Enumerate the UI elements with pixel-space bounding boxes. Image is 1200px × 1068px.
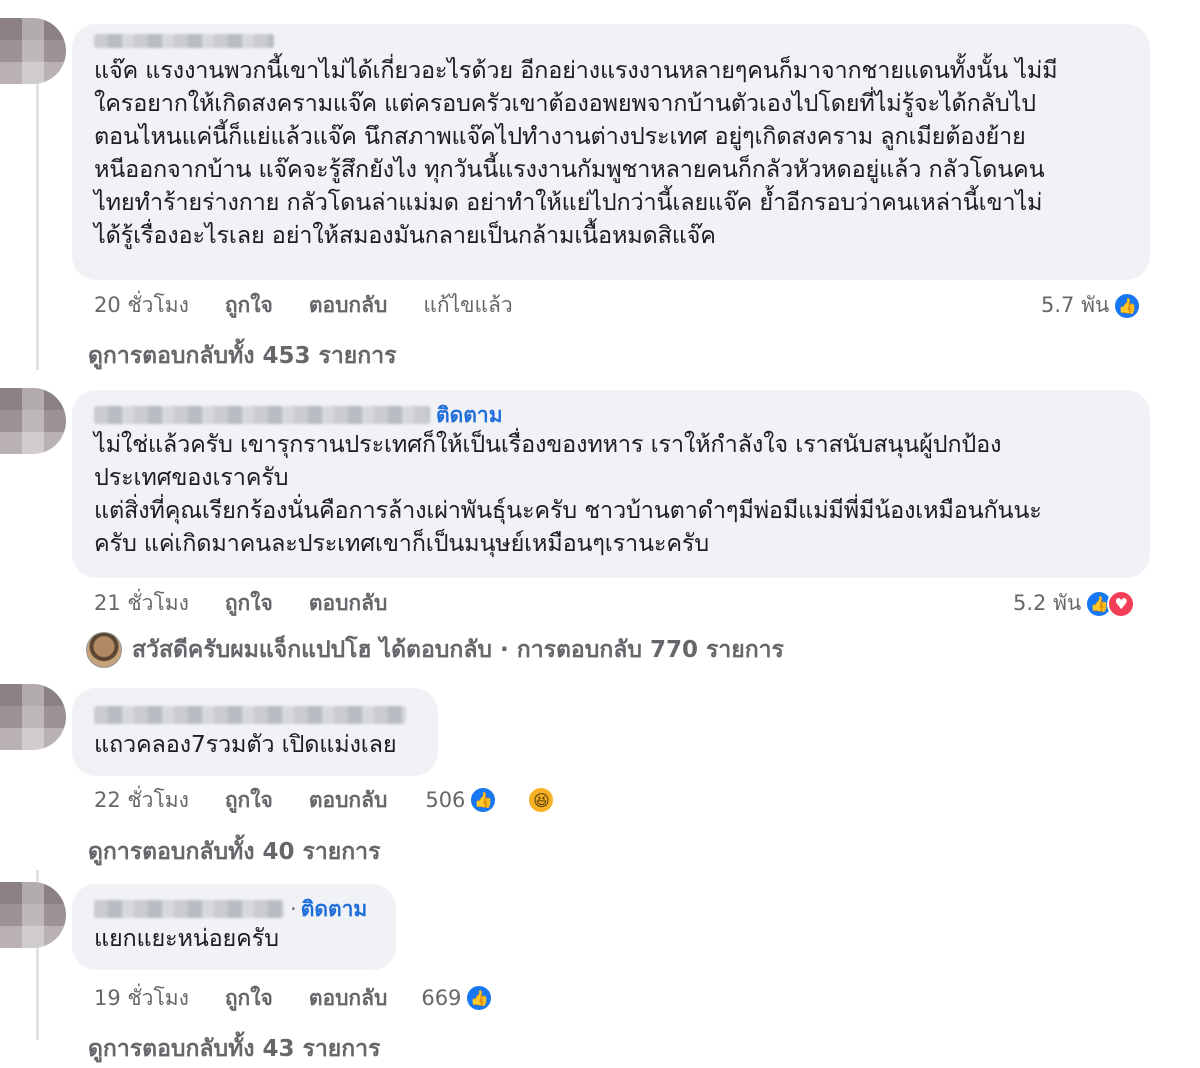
blurred-author-name xyxy=(94,34,274,48)
reply-button[interactable]: ตอบกลับ xyxy=(309,982,388,1015)
comment-time[interactable]: 21 ชั่วโมง xyxy=(94,587,189,620)
comment-bubble: แจ๊ค แรงงานพวกนี้เขาไม่ได้เกี่ยวอะไรด้วย… xyxy=(72,24,1150,280)
comment-actions: 21 ชั่วโมง ถูกใจ ตอบกลับ xyxy=(94,588,423,618)
follow-separator: · xyxy=(290,897,297,921)
comment-author: · ติดตาม xyxy=(94,896,374,922)
thread-line xyxy=(36,80,39,370)
comment-time[interactable]: 19 ชั่วโมง xyxy=(94,982,189,1015)
reaction-summary[interactable]: 669 👍 xyxy=(421,984,529,1012)
reaction-count: 5.2 พัน xyxy=(1013,591,1082,615)
reaction-summary[interactable]: 5.2 พัน 👍 ♥ xyxy=(1013,587,1136,620)
follow-button[interactable]: ติดตาม xyxy=(436,399,503,432)
reply-button[interactable]: ตอบกลับ xyxy=(309,587,388,620)
comment-actions: 19 ชั่วโมง ถูกใจ ตอบกลับ 669 👍 xyxy=(94,983,565,1013)
comment-author[interactable] xyxy=(94,28,1128,54)
haha-reaction-icon: 😆 xyxy=(527,786,556,814)
comment-actions: 22 ชั่วโมง ถูกใจ ตอบกลับ 506 👍 😆 xyxy=(94,785,627,815)
comment-text: ไม่ใช่แล้วครับ เขารุกรานประเทศก็ให้เป็นเ… xyxy=(94,430,1042,557)
view-replies-link[interactable]: ดูการตอบกลับทั้ง 453 รายการ xyxy=(88,338,396,374)
blurred-author-name[interactable] xyxy=(94,706,406,724)
comment-actions: 20 ชั่วโมง ถูกใจ ตอบกลับ แก้ไขแล้ว xyxy=(94,290,549,320)
view-replies-link[interactable]: ดูการตอบกลับทั้ง 43 รายการ xyxy=(88,1031,380,1067)
comment-bubble: แถวคลอง7รวมตัว เปิดแม่งเลย xyxy=(72,688,438,776)
avatar[interactable] xyxy=(0,388,66,454)
comment-author xyxy=(94,702,416,728)
like-button[interactable]: ถูกใจ xyxy=(225,289,273,322)
edited-label: แก้ไขแล้ว xyxy=(423,292,513,317)
follow-button[interactable]: ติดตาม xyxy=(301,893,368,926)
blurred-author-name[interactable] xyxy=(94,406,430,424)
like-button[interactable]: ถูกใจ xyxy=(225,982,273,1015)
avatar[interactable] xyxy=(0,882,66,948)
comment-bubble: · ติดตาม แยกแยะหน่อยครับ xyxy=(72,884,396,970)
like-button[interactable]: ถูกใจ xyxy=(225,587,273,620)
like-reaction-icon: 👍 xyxy=(465,984,494,1012)
avatar[interactable] xyxy=(0,684,66,750)
comment-text: แยกแยะหน่อยครับ xyxy=(94,924,279,952)
avatar[interactable] xyxy=(0,18,66,84)
comment-time[interactable]: 22 ชั่วโมง xyxy=(94,784,189,817)
replier-avatar xyxy=(86,632,122,668)
reply-summary-link[interactable]: สวัสดีครับผมแจ็กแปปโฮ ได้ตอบกลับ · การตอ… xyxy=(86,632,784,668)
blurred-author-name[interactable] xyxy=(94,900,284,918)
reaction-count: 506 xyxy=(425,788,466,812)
comment-time[interactable]: 20 ชั่วโมง xyxy=(94,289,189,322)
love-reaction-icon: ♥ xyxy=(1107,589,1136,618)
reaction-count: 669 xyxy=(421,986,462,1010)
reply-button[interactable]: ตอบกลับ xyxy=(309,289,388,322)
like-button[interactable]: ถูกใจ xyxy=(225,784,273,817)
reaction-summary[interactable]: 506 👍 😆 xyxy=(425,786,591,814)
view-replies-link[interactable]: ดูการตอบกลับทั้ง 40 รายการ xyxy=(88,834,380,870)
like-reaction-icon: 👍 xyxy=(469,786,498,814)
comment-text: แถวคลอง7รวมตัว เปิดแม่งเลย xyxy=(94,730,397,758)
reply-summary-text: สวัสดีครับผมแจ็กแปปโฮ ได้ตอบกลับ · การตอ… xyxy=(132,637,784,663)
comment-text: แจ๊ค แรงงานพวกนี้เขาไม่ได้เกี่ยวอะไรด้วย… xyxy=(94,56,1058,249)
comment-author: ติดตาม xyxy=(94,402,1128,428)
reaction-count: 5.7 พัน xyxy=(1041,293,1110,317)
reply-button[interactable]: ตอบกลับ xyxy=(309,784,388,817)
comment-bubble: ติดตาม ไม่ใช่แล้วครับ เขารุกรานประเทศก็ใ… xyxy=(72,390,1150,578)
reaction-summary[interactable]: 5.7 พัน 👍 xyxy=(1041,289,1142,322)
like-reaction-icon: 👍 xyxy=(1113,291,1142,320)
